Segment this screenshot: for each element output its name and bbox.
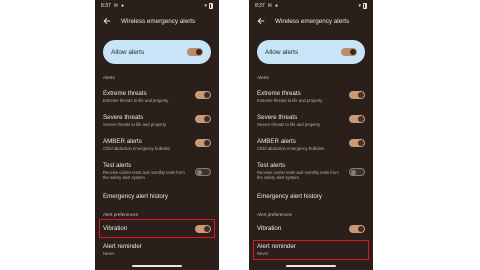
- severe-threats-toggle[interactable]: [195, 115, 211, 123]
- gesture-nav-handle[interactable]: [132, 265, 182, 267]
- vibration-toggle[interactable]: [349, 225, 365, 233]
- setting-title: Alert reminder: [103, 243, 142, 250]
- setting-subtitle: Child abduction emergency bulletins: [257, 146, 325, 151]
- setting-alert-reminder[interactable]: Alert reminder Never: [103, 243, 211, 256]
- setting-title: Emergency alert history: [103, 193, 168, 200]
- page-title: Wireless emergency alerts: [121, 17, 196, 25]
- setting-subtitle: Severe threats to life and property: [257, 122, 321, 127]
- severe-threats-toggle[interactable]: [349, 115, 365, 123]
- amber-alerts-toggle[interactable]: [195, 139, 211, 147]
- phone-screen-left: 8:37 ✉ ● ▾ Wireless emergency alerts All…: [95, 0, 219, 270]
- allow-alerts-toggle[interactable]: [341, 48, 357, 56]
- gesture-nav-handle[interactable]: [286, 265, 336, 267]
- setting-subtitle-line2: the safety alert system: [103, 175, 145, 181]
- setting-subtitle: Severe threats to life and property: [103, 122, 167, 127]
- setting-test-alerts[interactable]: Test alerts Receive carrier tests and mo…: [103, 162, 211, 180]
- test-alerts-toggle[interactable]: [195, 168, 211, 176]
- highlight-box-vibration: [99, 219, 215, 238]
- notification-dot-icon: ●: [120, 2, 124, 9]
- setting-emergency-alert-history[interactable]: Emergency alert history: [257, 193, 365, 200]
- allow-alerts-label: Allow alerts: [265, 48, 299, 56]
- allow-alerts-card[interactable]: Allow alerts: [103, 40, 211, 64]
- setting-extreme-threats[interactable]: Extreme threats Extreme threats to life …: [257, 90, 365, 103]
- allow-alerts-card[interactable]: Allow alerts: [257, 40, 365, 64]
- status-bar: 8:37 ✉ ● ▾: [95, 0, 219, 12]
- allow-alerts-toggle[interactable]: [187, 48, 203, 56]
- highlight-box-alert-reminder: [253, 240, 369, 260]
- setting-subtitle: Child abduction emergency bulletins: [103, 146, 171, 151]
- setting-extreme-threats[interactable]: Extreme threats Extreme threats to life …: [103, 90, 211, 103]
- phone-screen-right: 8:37 ✉ ● ▾ Wireless emergency alerts All…: [249, 0, 373, 270]
- wifi-icon: ▾: [358, 2, 361, 9]
- setting-vibration[interactable]: Vibration: [257, 225, 365, 233]
- battery-icon: [363, 3, 367, 9]
- status-bar: 8:37 ✉ ● ▾: [249, 0, 373, 12]
- notification-icon: ✉: [113, 2, 118, 9]
- setting-subtitle: Extreme threats to life and property: [103, 98, 169, 103]
- setting-subtitle-line2: the safety alert system: [257, 175, 299, 181]
- battery-icon: [209, 3, 213, 9]
- setting-title: Emergency alert history: [257, 193, 322, 200]
- setting-subtitle: Never: [103, 251, 115, 256]
- wifi-icon: ▾: [204, 2, 207, 9]
- extreme-threats-toggle[interactable]: [195, 91, 211, 99]
- setting-title: Test alerts: [103, 162, 132, 169]
- app-bar: Wireless emergency alerts: [249, 13, 373, 29]
- section-header-alert-preferences: Alert preferences: [257, 212, 292, 217]
- setting-emergency-alert-history[interactable]: Emergency alert history: [103, 193, 211, 200]
- notification-dot-icon: ●: [274, 2, 278, 9]
- app-bar: Wireless emergency alerts: [95, 13, 219, 29]
- back-arrow-icon[interactable]: [255, 15, 267, 27]
- status-time: 8:37: [101, 3, 111, 9]
- setting-amber-alerts[interactable]: AMBER alerts Child abduction emergency b…: [103, 138, 211, 151]
- section-header-alerts: Alerts: [257, 75, 269, 80]
- allow-alerts-label: Allow alerts: [111, 48, 145, 56]
- setting-subtitle: Extreme threats to life and property: [257, 98, 323, 103]
- back-arrow-icon[interactable]: [101, 15, 113, 27]
- setting-title: Test alerts: [257, 162, 286, 169]
- extreme-threats-toggle[interactable]: [349, 91, 365, 99]
- section-header-alert-preferences: Alert preferences: [103, 212, 138, 217]
- setting-amber-alerts[interactable]: AMBER alerts Child abduction emergency b…: [257, 138, 365, 151]
- page-title: Wireless emergency alerts: [275, 17, 350, 25]
- setting-severe-threats[interactable]: Severe threats Severe threats to life an…: [103, 114, 211, 127]
- section-header-alerts: Alerts: [103, 75, 115, 80]
- amber-alerts-toggle[interactable]: [349, 139, 365, 147]
- notification-icon: ✉: [267, 2, 272, 9]
- setting-test-alerts[interactable]: Test alerts Receive carrier tests and mo…: [257, 162, 365, 180]
- setting-severe-threats[interactable]: Severe threats Severe threats to life an…: [257, 114, 365, 127]
- status-time: 8:37: [255, 3, 265, 9]
- test-alerts-toggle[interactable]: [349, 168, 365, 176]
